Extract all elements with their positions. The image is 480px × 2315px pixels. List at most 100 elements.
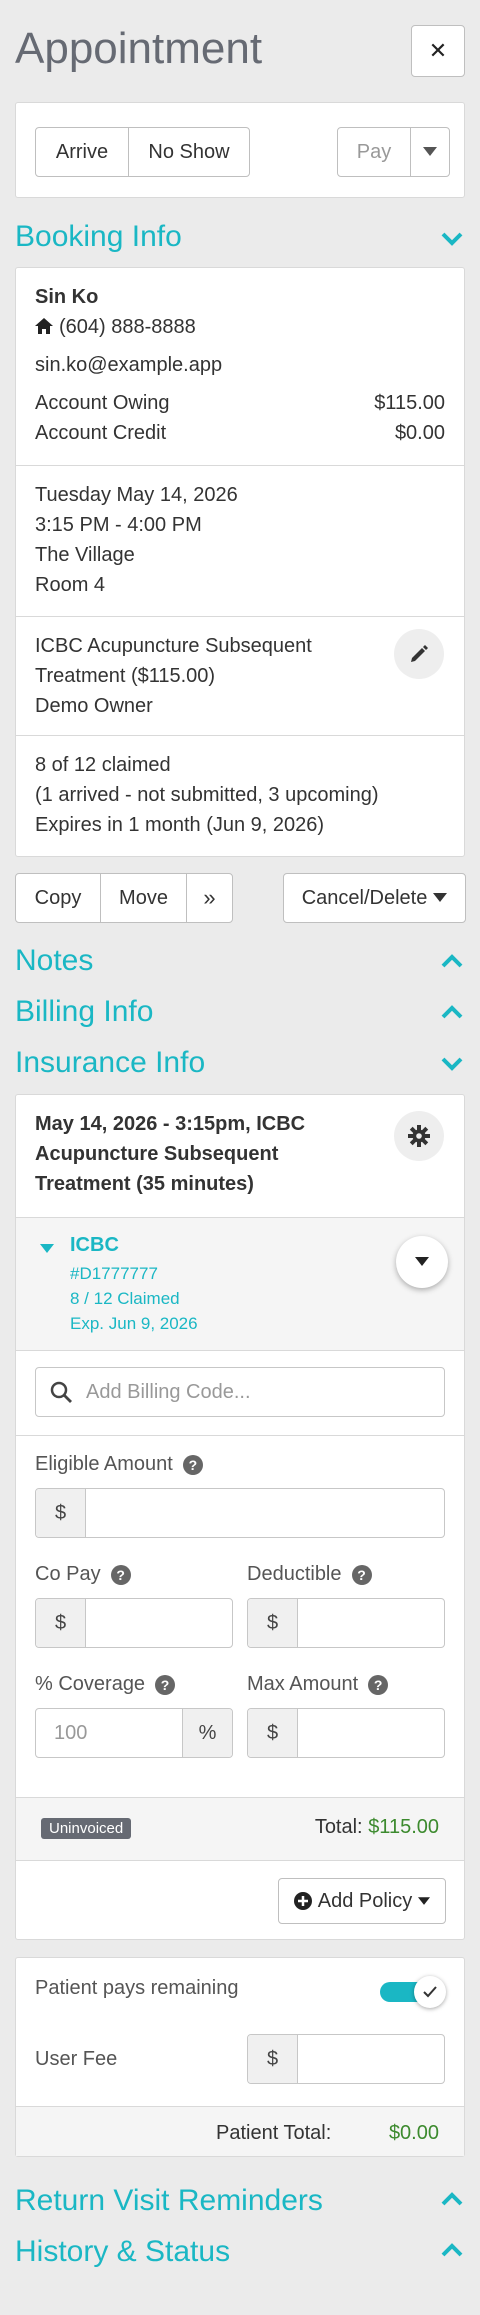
help-icon[interactable]: ? — [351, 1564, 372, 1585]
user-fee-input[interactable]: $ — [247, 2034, 445, 2084]
patient-phone-row[interactable]: (604) 888-8888 — [35, 316, 196, 339]
insurance-title-line-1: May 14, 2026 - 3:15pm, ICBC — [35, 1113, 306, 1135]
add-policy-button[interactable]: Add Policy — [278, 1878, 446, 1924]
appointment-date: Tuesday May 14, 2026 — [35, 484, 238, 506]
gear-icon — [408, 1125, 430, 1147]
billing-code-search[interactable]: Add Billing Code... — [35, 1367, 445, 1417]
divider — [16, 616, 464, 617]
billing-code-placeholder: Add Billing Code... — [86, 1380, 251, 1403]
arrive-button[interactable]: Arrive — [35, 127, 129, 177]
no-show-label: No Show — [148, 140, 230, 163]
cancel-delete-button[interactable]: Cancel/Delete — [283, 873, 466, 923]
service-line-2: Treatment ($115.00) — [35, 665, 216, 687]
claims-expiry: Expires in 1 month (Jun 9, 2026) — [35, 814, 325, 836]
chevron-up-icon[interactable] — [439, 948, 465, 974]
status-actions-card: Arrive No Show Pay — [15, 102, 465, 198]
patient-total-row: Patient Total: $0.00 — [16, 2106, 464, 2156]
help-icon[interactable]: ? — [110, 1564, 131, 1585]
account-credit-value: $0.00 — [394, 422, 445, 444]
user-fee-label: User Fee — [35, 2048, 118, 2070]
copy-label: Copy — [34, 886, 82, 909]
pencil-icon — [411, 645, 428, 662]
coverage-label: % Coverage? — [35, 1673, 176, 1696]
policy-name[interactable]: ICBC — [70, 1234, 119, 1257]
patient-name[interactable]: Sin Ko — [35, 286, 98, 309]
more-actions-button[interactable]: » — [186, 873, 233, 923]
page-title: Appointment — [15, 24, 263, 73]
insurance-total: Total: $115.00 — [315, 1816, 439, 1839]
total-value: $115.00 — [368, 1816, 439, 1838]
chevron-up-icon[interactable] — [439, 999, 465, 1025]
eligible-amount-label: Eligible Amount? — [35, 1453, 203, 1476]
close-icon: ✕ — [428, 38, 448, 63]
policy-claimed: 8 / 12 Claimed — [70, 1289, 180, 1308]
move-label: Move — [119, 886, 168, 909]
caret-down-icon — [423, 147, 437, 156]
chevron-up-icon[interactable] — [439, 2237, 465, 2263]
caret-down-icon — [415, 1257, 429, 1266]
move-button[interactable]: Move — [100, 873, 187, 923]
billing-info-title[interactable]: Billing Info — [15, 995, 153, 1029]
booking-info-card: Sin Ko (604) 888-8888 sin.ko@example.app… — [15, 267, 465, 857]
insurance-card: May 14, 2026 - 3:15pm, ICBC Acupuncture … — [15, 1094, 465, 1940]
account-owing-label: Account Owing — [35, 392, 170, 414]
help-icon[interactable]: ? — [155, 1674, 176, 1695]
percent-addon: % — [182, 1709, 232, 1757]
notes-title[interactable]: Notes — [15, 944, 93, 978]
chevron-up-icon[interactable] — [439, 2186, 465, 2212]
pay-button[interactable]: Pay — [337, 127, 411, 177]
help-icon[interactable]: ? — [182, 1454, 203, 1475]
currency-addon: $ — [36, 1599, 86, 1647]
insurance-settings-button[interactable] — [394, 1111, 444, 1161]
check-icon — [423, 1986, 437, 1998]
coverage-placeholder: 100 — [54, 1721, 88, 1744]
patient-email-link[interactable]: sin.ko@example.app — [35, 354, 222, 377]
pay-dropdown-toggle[interactable] — [410, 127, 450, 177]
caret-down-icon — [418, 1896, 431, 1905]
patient-pays-toggle[interactable] — [380, 1976, 446, 2008]
chevron-down-icon[interactable] — [439, 1051, 465, 1077]
caret-down-icon[interactable] — [40, 1244, 54, 1254]
toggle-knob — [414, 1976, 446, 2008]
plus-circle-icon — [293, 1892, 312, 1910]
patient-phone: (604) 888-8888 — [59, 316, 196, 338]
max-amount-input[interactable]: $ — [247, 1708, 445, 1758]
help-icon[interactable]: ? — [368, 1674, 389, 1695]
status-badge: Uninvoiced — [41, 1818, 132, 1839]
policy-menu-button[interactable] — [396, 1236, 448, 1288]
patient-pays-remaining-label: Patient pays remaining — [35, 1977, 239, 1999]
return-visit-reminders-title[interactable]: Return Visit Reminders — [15, 2184, 323, 2218]
edit-service-button[interactable] — [394, 629, 444, 679]
eligible-amount-input[interactable]: $ — [35, 1488, 445, 1538]
history-status-title[interactable]: History & Status — [15, 2235, 230, 2269]
search-icon — [50, 1381, 72, 1403]
claims-count: 8 of 12 claimed — [35, 754, 171, 776]
patient-total-value: $0.00 — [388, 2122, 439, 2144]
divider — [16, 1435, 464, 1436]
chevron-down-icon[interactable] — [439, 226, 465, 252]
service-line-1: ICBC Acupuncture Subsequent — [35, 635, 312, 657]
booking-info-title[interactable]: Booking Info — [15, 220, 182, 254]
copay-input[interactable]: $ — [35, 1598, 233, 1648]
divider — [16, 465, 464, 466]
no-show-button[interactable]: No Show — [128, 127, 250, 177]
coverage-input[interactable]: 100 % — [35, 1708, 233, 1758]
total-row: Uninvoiced Total: $115.00 — [16, 1797, 464, 1861]
add-policy-label: Add Policy — [317, 1889, 413, 1912]
max-amount-label: Max Amount? — [247, 1673, 389, 1696]
double-chevron-right-icon: » — [203, 885, 216, 910]
close-button[interactable]: ✕ — [411, 25, 465, 77]
deductible-input[interactable]: $ — [247, 1598, 445, 1648]
insurance-title-line-2: Acupuncture Subsequent — [35, 1143, 279, 1165]
copy-button[interactable]: Copy — [15, 873, 101, 923]
insurance-title-line-3: Treatment (35 minutes) — [35, 1173, 254, 1195]
currency-addon: $ — [36, 1489, 86, 1537]
service-owner: Demo Owner — [35, 695, 153, 717]
patient-total-label: Patient Total: — [216, 2122, 332, 2144]
home-icon — [35, 318, 53, 334]
insurance-info-title[interactable]: Insurance Info — [15, 1046, 205, 1080]
total-label: Total: — [314, 1816, 363, 1838]
currency-addon: $ — [248, 2035, 298, 2083]
divider — [16, 735, 464, 736]
policy-expiry: Exp. Jun 9, 2026 — [70, 1314, 198, 1333]
